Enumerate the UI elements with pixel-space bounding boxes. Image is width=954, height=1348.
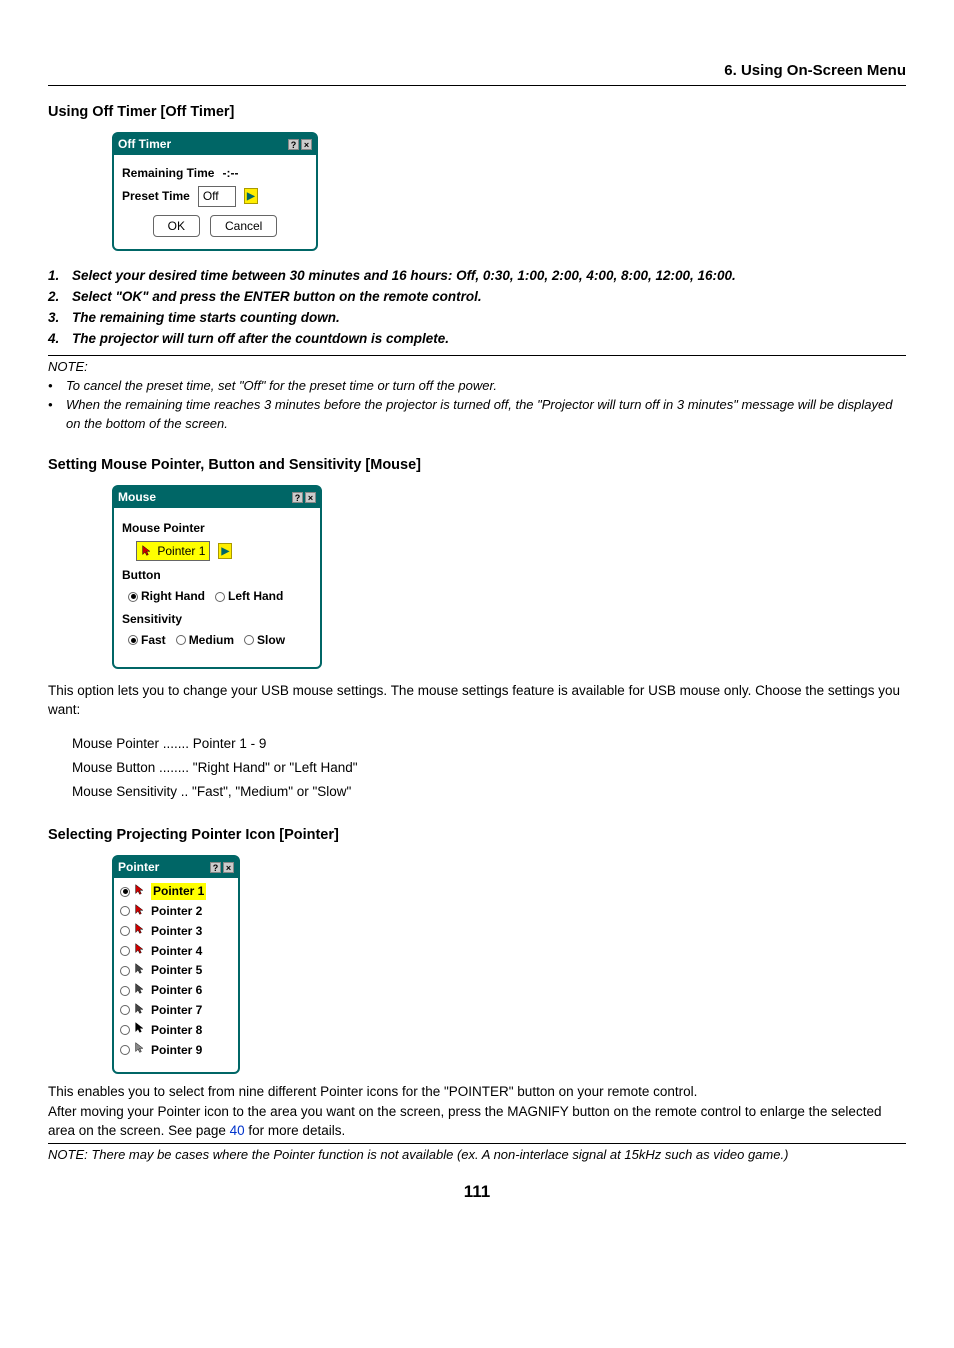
pointer-icon: [134, 942, 147, 960]
pointer-label: Pointer 6: [151, 982, 202, 999]
close-icon[interactable]: ×: [301, 139, 312, 150]
radio-icon: [120, 887, 130, 897]
pointer-option[interactable]: Pointer 1: [120, 882, 232, 902]
preset-time-label: Preset Time: [122, 188, 190, 205]
step-item: 4.The projector will turn off after the …: [48, 330, 906, 349]
dialog-title-text: Off Timer: [118, 136, 171, 153]
pointer-label: Pointer 4: [151, 943, 202, 960]
pointer-label: Pointer 2: [151, 903, 202, 920]
pointer-label: Pointer 8: [151, 1022, 202, 1039]
mouse-pointer-field[interactable]: Pointer 1: [136, 541, 210, 562]
radio-icon: [120, 1045, 130, 1055]
ok-button[interactable]: OK: [153, 215, 200, 238]
pointer-option[interactable]: Pointer 6: [120, 981, 232, 1001]
radio-icon: [120, 986, 130, 996]
help-icon[interactable]: ?: [210, 862, 221, 873]
radio-option[interactable]: Fast: [128, 632, 166, 649]
page-reference-link[interactable]: 40: [230, 1123, 245, 1138]
setting-line: Mouse Button ........ "Right Hand" or "L…: [72, 756, 906, 780]
pointer-icon: [134, 962, 147, 980]
chevron-right-icon[interactable]: ▶: [244, 188, 258, 204]
pointer-label: Pointer 1: [151, 883, 206, 900]
radio-icon: [120, 926, 130, 936]
mouse-settings-list: Mouse Pointer ....... Pointer 1 - 9Mouse…: [72, 732, 906, 805]
radio-icon: [120, 966, 130, 976]
chevron-right-icon[interactable]: ▶: [218, 543, 232, 559]
cancel-button[interactable]: Cancel: [210, 215, 277, 238]
step-item: 1.Select your desired time between 30 mi…: [48, 267, 906, 286]
pointer-option[interactable]: Pointer 4: [120, 941, 232, 961]
chapter-header: 6. Using On-Screen Menu: [48, 60, 906, 86]
pointer-icon: [134, 982, 147, 1000]
radio-icon: [120, 946, 130, 956]
mouse-dialog: Mouse ? × Mouse Pointer Pointer 1 ▶ Butt…: [112, 485, 322, 669]
radio-icon: [120, 1025, 130, 1035]
pointer-option[interactable]: Pointer 8: [120, 1020, 232, 1040]
step-item: 2.Select "OK" and press the ENTER button…: [48, 288, 906, 307]
radio-icon: [120, 906, 130, 916]
note-label: NOTE:: [48, 358, 906, 376]
mouse-button-label: Button: [122, 567, 312, 584]
pointer-footnote: NOTE: There may be cases where the Point…: [48, 1146, 906, 1164]
off-timer-steps: 1.Select your desired time between 30 mi…: [48, 267, 906, 349]
close-icon[interactable]: ×: [305, 492, 316, 503]
section-title-pointer: Selecting Projecting Pointer Icon [Point…: [48, 825, 906, 845]
pointer-option[interactable]: Pointer 9: [120, 1040, 232, 1060]
mouse-pointer-label: Mouse Pointer: [122, 520, 312, 537]
pointer-label: Pointer 7: [151, 1002, 202, 1019]
pointer-icon: [134, 903, 147, 921]
pointer-option[interactable]: Pointer 2: [120, 902, 232, 922]
pointer-body-2: After moving your Pointer icon to the ar…: [48, 1102, 906, 1141]
setting-line: Mouse Pointer ....... Pointer 1 - 9: [72, 732, 906, 756]
section-title-mouse: Setting Mouse Pointer, Button and Sensit…: [48, 455, 906, 475]
dialog-title-text: Mouse: [118, 489, 156, 506]
radio-option[interactable]: Left Hand: [215, 588, 283, 605]
pointer-icon: [134, 883, 147, 901]
radio-option[interactable]: Right Hand: [128, 588, 205, 605]
help-icon[interactable]: ?: [292, 492, 303, 503]
mouse-sensitivity-label: Sensitivity: [122, 611, 312, 628]
pointer-option[interactable]: Pointer 5: [120, 961, 232, 981]
dialog-title-text: Pointer: [118, 859, 159, 876]
note-item: •When the remaining time reaches 3 minut…: [48, 396, 906, 432]
pointer-icon: [134, 1021, 147, 1039]
step-item: 3.The remaining time starts counting dow…: [48, 309, 906, 328]
remaining-time-value: -:--: [222, 165, 238, 182]
page-number: 111: [48, 1180, 906, 1204]
pointer-label: Pointer 9: [151, 1042, 202, 1059]
radio-icon: [120, 1005, 130, 1015]
pointer-label: Pointer 5: [151, 962, 202, 979]
radio-option[interactable]: Slow: [244, 632, 285, 649]
pointer-icon: [134, 922, 147, 940]
section-title-off-timer: Using Off Timer [Off Timer]: [48, 102, 906, 122]
mouse-body-text: This option lets you to change your USB …: [48, 681, 906, 720]
pointer-icon: [134, 1002, 147, 1020]
pointer-dialog: Pointer ? × Pointer 1 Pointer 2 Pointer 3 P…: [112, 855, 240, 1074]
setting-line: Mouse Sensitivity .. "Fast", "Medium" or…: [72, 780, 906, 804]
radio-option[interactable]: Medium: [176, 632, 234, 649]
pointer-option[interactable]: Pointer 7: [120, 1001, 232, 1021]
pointer-body-1: This enables you to select from nine dif…: [48, 1082, 906, 1102]
note-item: •To cancel the preset time, set "Off" fo…: [48, 377, 906, 395]
close-icon[interactable]: ×: [223, 862, 234, 873]
pointer-icon: [134, 1041, 147, 1059]
pointer-label: Pointer 3: [151, 923, 202, 940]
off-timer-dialog: Off Timer ? × Remaining Time -:-- Preset…: [112, 132, 318, 251]
preset-time-field[interactable]: Off: [198, 186, 236, 207]
help-icon[interactable]: ?: [288, 139, 299, 150]
pointer-option[interactable]: Pointer 3: [120, 921, 232, 941]
remaining-time-label: Remaining Time: [122, 165, 214, 182]
